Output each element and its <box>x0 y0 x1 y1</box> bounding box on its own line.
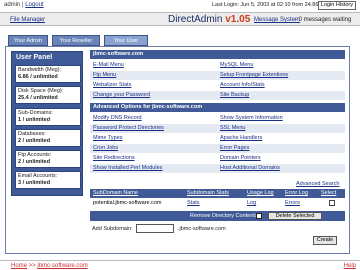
domain-section-header: jbmc-software.com <box>90 50 345 59</box>
stat-value: 2 / unlimited <box>18 159 51 165</box>
footer: Home >> jbmc-software.com Help <box>0 260 360 270</box>
login-history-button[interactable]: Login History <box>317 1 356 10</box>
stat-value: 6.86 / unlimited <box>18 74 58 80</box>
stat-value: 25.4 / unlimited <box>18 95 58 101</box>
username: admin <box>4 2 21 8</box>
stat-value: 1 / unlimited <box>18 117 51 123</box>
delete-selected-button[interactable]: Delete Selected <box>268 212 322 220</box>
system-info-link[interactable]: Show System Information <box>220 114 283 123</box>
breadcrumb-home-link[interactable]: Home <box>11 263 27 269</box>
ftp-menu-link[interactable]: Ftp Menu <box>93 71 116 80</box>
column-header-subdomain-name[interactable]: SubDomain Name <box>93 189 138 198</box>
menu-row: E-Mail Menu MySQL Menu <box>90 61 345 70</box>
stat-label: Ftp Accounts: <box>18 152 52 158</box>
user-panel: User Panel Bandwidth (Meg): 6.86 / unlim… <box>11 51 83 196</box>
remove-directory-label: Remove Directory Contents <box>190 213 258 219</box>
stat-disk-space: Disk Space (Meg): 25.4 / unlimited <box>15 86 81 104</box>
error-log-link[interactable]: Errors <box>285 199 300 208</box>
brand-logo: DirectAdmin v1.05 <box>168 14 250 25</box>
subdomain-actions-bar: Remove Directory Contents Delete Selecte… <box>90 211 345 221</box>
logout-link[interactable]: Logout <box>25 2 43 8</box>
remove-directory-checkbox[interactable] <box>256 213 262 219</box>
add-subdomain-label: Add Subdomain: <box>92 226 133 232</box>
top-bar: admin | Logout Last Login: Jun 5, 2003 a… <box>0 0 360 10</box>
menu-row: Site Redirections Domain Pointers <box>90 154 345 163</box>
column-header-select[interactable]: Select <box>321 189 336 198</box>
column-header-usage-log[interactable]: Usage Log <box>247 189 274 198</box>
message-system-link[interactable]: Message System <box>254 17 300 23</box>
subdomain-name: potential.jbmc-software.com <box>93 200 162 206</box>
file-manager-link[interactable]: File Manager <box>10 17 45 23</box>
add-subdomain-input[interactable] <box>136 224 174 233</box>
title-bar: File Manager DirectAdmin v1.05 Message S… <box>0 12 360 26</box>
change-password-link[interactable]: Change your Password <box>93 91 150 100</box>
email-menu-link[interactable]: E-Mail Menu <box>93 61 124 70</box>
stat-databases: Databases: 2 / unlimited <box>15 129 81 147</box>
stat-bandwidth: Bandwidth (Meg): 6.86 / unlimited <box>15 65 81 83</box>
menu-row: Change your Password Site Backup <box>90 91 345 100</box>
column-header-subdomain-stats[interactable]: Subdomain Stats <box>187 189 229 198</box>
ssl-menu-link[interactable]: SSL Menu <box>220 124 245 133</box>
column-header-error-log[interactable]: Error Log <box>285 189 308 198</box>
advanced-section-header: Advanced Options for jbmc-software.com <box>90 103 345 112</box>
stat-ftp-accounts: Ftp Accounts: 2 / unlimited <box>15 150 81 168</box>
menu-row: Show Installed Perl Modules Host Additio… <box>90 164 345 173</box>
perl-modules-link[interactable]: Show Installed Perl Modules <box>93 164 162 173</box>
site-redirections-link[interactable]: Site Redirections <box>93 154 135 163</box>
webalizer-stats-link[interactable]: Webalizer Stats <box>93 81 131 90</box>
modify-dns-link[interactable]: Modify DNS Record <box>93 114 142 123</box>
breadcrumb: Home >> jbmc-software.com <box>11 263 88 269</box>
help-link[interactable]: Help <box>344 263 356 269</box>
error-pages-link[interactable]: Error Pages <box>220 144 249 153</box>
password-protect-link[interactable]: Password Protect Directories <box>93 124 164 133</box>
user-panel-title: User Panel <box>16 54 53 61</box>
brand-version: v1.05 <box>225 14 251 25</box>
host-additional-domains-link[interactable]: Host Additional Domains <box>220 164 280 173</box>
create-button[interactable]: Create <box>313 236 337 245</box>
stat-label: Bandwidth (Meg): <box>18 67 62 73</box>
tab-your-admin[interactable]: Your Admin <box>8 35 48 46</box>
menu-row: Webalizer Stats Account Info/Stats <box>90 81 345 90</box>
usage-log-link[interactable]: Log <box>247 199 256 208</box>
tab-your-reseller[interactable]: Your Reseller <box>52 35 100 46</box>
add-subdomain-suffix: .jbmc-software.com <box>178 226 226 232</box>
frontpage-extensions-link[interactable]: Setup Frontpage Extentions <box>220 71 288 80</box>
message-count: - 0 messages waiting <box>295 17 352 23</box>
site-backup-link[interactable]: Site Backup <box>220 91 249 100</box>
subdomain-table-header: SubDomain Name Subdomain Stats Usage Log… <box>90 189 345 198</box>
menu-row: Password Protect Directories SSL Menu <box>90 124 345 133</box>
table-row: potential.jbmc-software.com Stats Log Er… <box>90 199 345 208</box>
menu-row: Cron Jobs Error Pages <box>90 144 345 153</box>
menu-row: Modify DNS Record Show System Informatio… <box>90 114 345 123</box>
stat-value: 3 / unlimited <box>18 180 51 186</box>
breadcrumb-domain-link[interactable]: jbmc-software.com <box>37 263 87 269</box>
stat-label: Email Accounts: <box>18 173 58 179</box>
select-checkbox[interactable] <box>329 200 335 206</box>
menu-row: Mime Types Apache Handlers <box>90 134 345 143</box>
brand-name: DirectAdmin <box>168 14 226 25</box>
stat-label: Databases: <box>18 131 46 137</box>
advanced-search-link[interactable]: Advanced Search <box>296 181 339 187</box>
account-info-link[interactable]: Account Info/Stats <box>220 81 265 90</box>
user-line: admin | Logout <box>4 2 44 8</box>
stat-email-accounts: Email Accounts: 3 / unlimited <box>15 171 81 189</box>
menu-row: Ftp Menu Setup Frontpage Extentions <box>90 71 345 80</box>
stat-label: Sub-Domains: <box>18 110 53 116</box>
subdomain-stats-link[interactable]: Stats <box>187 199 200 208</box>
cron-jobs-link[interactable]: Cron Jobs <box>93 144 118 153</box>
stat-sub-domains: Sub-Domains: 1 / unlimited <box>15 108 81 126</box>
stat-value: 2 / unlimited <box>18 138 51 144</box>
domain-pointers-link[interactable]: Domain Pointers <box>220 154 261 163</box>
apache-handlers-link[interactable]: Apache Handlers <box>220 134 262 143</box>
breadcrumb-separator: >> <box>27 263 38 269</box>
tab-your-user[interactable]: Your User <box>104 35 148 46</box>
mime-types-link[interactable]: Mime Types <box>93 134 123 143</box>
stat-label: Disk Space (Meg): <box>18 88 64 94</box>
mysql-menu-link[interactable]: MySQL Menu <box>220 61 253 70</box>
